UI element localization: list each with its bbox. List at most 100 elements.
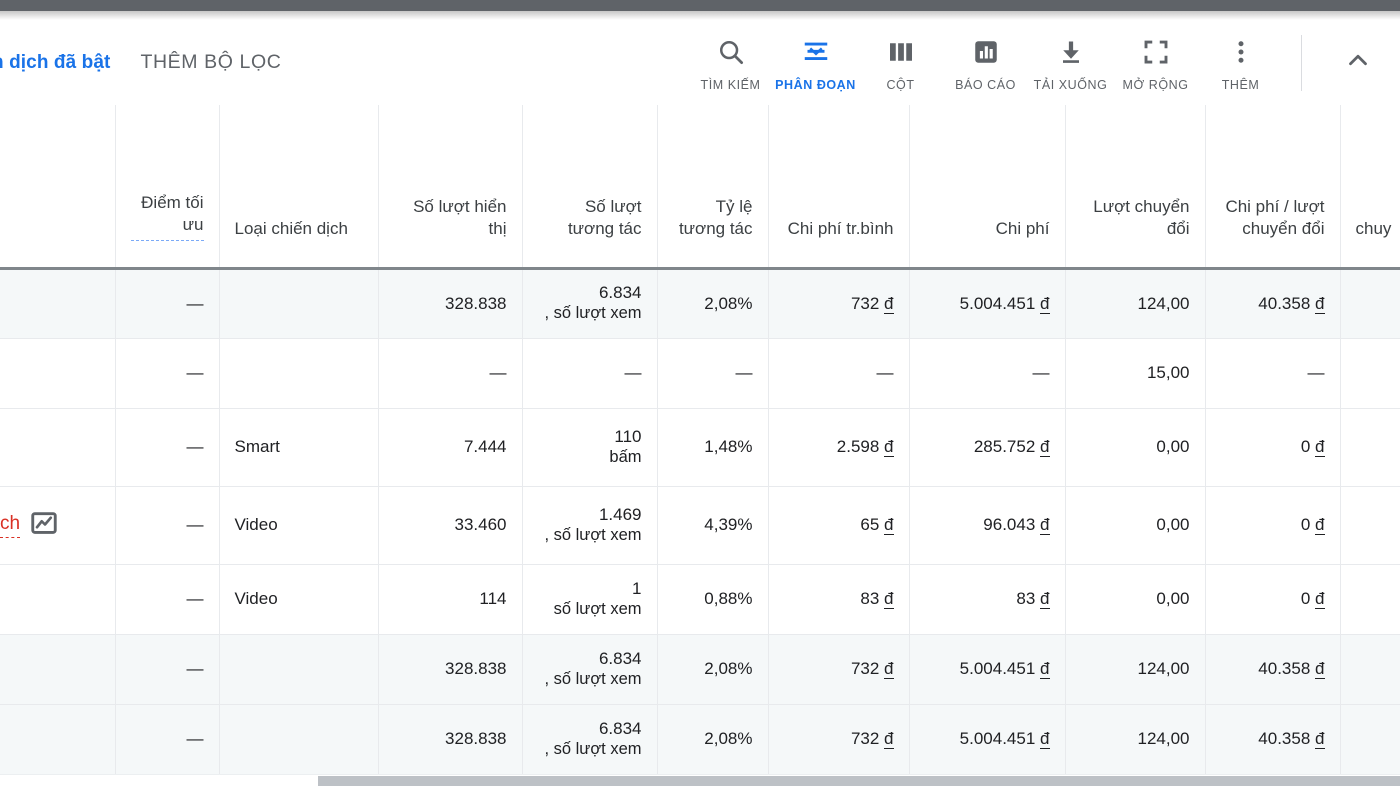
cell-avg-cost-value: 65 đ: [860, 515, 894, 536]
chevron-up-icon: [1343, 45, 1373, 80]
toolbar-item-download[interactable]: TẢI XUỐNG: [1028, 34, 1113, 92]
cell-optimization-score: —: [115, 564, 220, 635]
cell-campaign-name: [0, 268, 116, 339]
column-header-avg-cost-label: Chi phí tr.bình: [787, 219, 894, 239]
cell-interactions-sub: , số lượt xem: [544, 669, 642, 688]
toolbar-item-more[interactable]: THÊM: [1198, 34, 1283, 92]
column-header-optimization-score[interactable]: Điểm tối ưu: [115, 105, 220, 270]
cell-conversions-value: 15,00: [1146, 363, 1190, 383]
column-header-cost-per-conversion[interactable]: Chi phí / lượt chuyển đổi: [1205, 105, 1341, 270]
cell-interaction-rate: 2,08%: [657, 634, 769, 705]
cell-avg-cost: 732 đ: [768, 268, 910, 339]
cell-cost: 5.004.451 đ: [909, 634, 1066, 705]
table-row[interactable]: — — — — — — 15,00 —: [0, 338, 1400, 409]
cell-cost-value: —: [1032, 363, 1050, 383]
cell-impressions-value: 328.838: [445, 729, 507, 749]
column-header-campaign-type-label: Loại chiến dịch: [234, 219, 348, 239]
currency-symbol: đ: [884, 729, 894, 750]
cell-impressions-value: —: [489, 363, 507, 383]
table-row[interactable]: — 328.838 6.834, số lượt xem 2,08% 732 đ 5.00…: [0, 704, 1400, 775]
toolbar-item-expand[interactable]: MỞ RỘNG: [1113, 34, 1198, 92]
cell-interaction-rate-value: 2,08%: [704, 659, 753, 679]
table-row[interactable]: — Smart 7.444 110 bấm 1,48% 2.598 đ 285.752 đ 0,…: [0, 408, 1400, 487]
cell-interactions-sub: , số lượt xem: [544, 525, 642, 544]
cell-cost-per-conversion: 0 đ: [1205, 408, 1341, 487]
more-vertical-icon: [1226, 34, 1256, 70]
table-row[interactable]: — 328.838 6.834, số lượt xem 2,08% 732 đ 5.00…: [0, 634, 1400, 705]
column-header-conversions[interactable]: Lượt chuyển đổi: [1065, 105, 1206, 270]
cell-conversions-value: 124,00: [1137, 293, 1190, 313]
cell-interaction-rate-value: —: [735, 363, 753, 383]
cell-impressions: 328.838: [378, 268, 523, 339]
cell-cost-value: 5.004.451 đ: [959, 729, 1050, 750]
toolbar-item-segment[interactable]: PHÂN ĐOẠN: [773, 34, 858, 92]
cell-interactions: 1.469, số lượt xem: [522, 486, 658, 565]
cell-cost-per-conversion-value: —: [1307, 363, 1325, 383]
cell-interactions-sub: , số lượt xem: [544, 304, 642, 323]
cell-campaign-name: [0, 704, 116, 775]
campaign-table-header: Điểm tối ưu Loại chiến dịch Số lượt hiển…: [0, 105, 1400, 270]
toolbar-divider: [1301, 34, 1302, 91]
cell-campaign-name: [0, 564, 116, 635]
horizontal-scrollbar-track[interactable]: [0, 774, 1400, 786]
cell-impressions: —: [378, 338, 523, 409]
column-header-avg-cost[interactable]: Chi phí tr.bình: [768, 105, 910, 270]
campaign-name-link[interactable]: ch: [0, 513, 21, 538]
cell-conversion-rate: [1340, 704, 1400, 775]
column-header-campaign-type[interactable]: Loại chiến dịch: [219, 105, 379, 270]
collapse-panel-button[interactable]: [1330, 45, 1386, 80]
horizontal-scrollbar-thumb[interactable]: [318, 776, 1400, 786]
column-header-impressions[interactable]: Số lượt hiển thị: [378, 105, 523, 270]
toolbar-item-segment-label: PHÂN ĐOẠN: [775, 77, 856, 92]
cell-interaction-rate: 4,39%: [657, 486, 769, 565]
cell-campaign-type: [219, 338, 379, 409]
cell-interactions: 6.834, số lượt xem: [522, 634, 658, 705]
column-header-cost[interactable]: Chi phí: [909, 105, 1066, 270]
column-header-interaction-rate[interactable]: Tỷ lệ tương tác: [657, 105, 769, 270]
toolbar-item-search[interactable]: TÌM KIẾM: [688, 34, 773, 92]
currency-symbol: đ: [1040, 589, 1050, 610]
cell-interactions-value: 6.834: [598, 648, 642, 668]
cell-conversions: 0,00: [1065, 564, 1206, 635]
cell-cost-per-conversion: 0 đ: [1205, 564, 1341, 635]
cell-campaign-type: Smart: [219, 408, 379, 487]
cell-conversions: 124,00: [1065, 268, 1206, 339]
column-header-conversion-rate[interactable]: chuy: [1340, 105, 1400, 270]
cell-conversion-rate: [1340, 338, 1400, 409]
cell-cost: —: [909, 338, 1066, 409]
column-header-interactions[interactable]: Số lượt tương tác: [522, 105, 658, 270]
cell-optimization-score-value: —: [186, 589, 204, 609]
segment-icon: [801, 34, 831, 70]
cell-optimization-score-value: —: [186, 363, 204, 383]
cell-avg-cost: 83 đ: [768, 564, 910, 635]
cell-cost: 285.752 đ: [909, 408, 1066, 487]
cell-optimization-score-value: —: [186, 437, 204, 457]
table-row[interactable]: ch — Video 33.460 1.469, số lượt xem 4,39% 65 …: [0, 486, 1400, 565]
campaign-table-scroll-area[interactable]: Điểm tối ưu Loại chiến dịch Số lượt hiển…: [0, 105, 1400, 775]
cell-cost-value: 285.752 đ: [973, 437, 1050, 458]
cell-campaign-type-value: Video: [234, 589, 278, 609]
cell-cost-per-conversion-value: 40.358 đ: [1258, 659, 1325, 680]
column-header-impressions-label: Số lượt hiển thị: [413, 196, 507, 239]
active-filter-chip[interactable]: n dịch đã bật: [0, 52, 110, 74]
table-row[interactable]: — 328.838 6.834, số lượt xem 2,08% 732 đ 5.00…: [0, 268, 1400, 339]
table-row[interactable]: — Video 114 1 số lượt xem 0,88% 83 đ 83 đ 0,00 0 …: [0, 564, 1400, 635]
cell-interactions: 110 bấm: [522, 408, 658, 487]
chart-icon[interactable]: [29, 508, 59, 543]
columns-icon: [886, 34, 916, 70]
cell-interaction-rate-value: 2,08%: [704, 729, 753, 749]
currency-symbol: đ: [884, 293, 894, 314]
cell-cost-per-conversion: 40.358 đ: [1205, 634, 1341, 705]
toolbar-item-download-label: TẢI XUỐNG: [1033, 77, 1108, 92]
add-filter-button[interactable]: THÊM BỘ LỌC: [140, 51, 281, 74]
cell-conversions: 0,00: [1065, 486, 1206, 565]
cell-interactions: 6.834, số lượt xem: [522, 268, 658, 339]
currency-symbol: đ: [1315, 293, 1325, 314]
cell-impressions-value: 7.444: [463, 437, 507, 457]
cell-avg-cost: 732 đ: [768, 634, 910, 705]
cell-optimization-score: —: [115, 268, 220, 339]
cell-cost: 83 đ: [909, 564, 1066, 635]
download-icon: [1056, 34, 1086, 70]
toolbar-item-report[interactable]: BÁO CÁO: [943, 34, 1028, 92]
toolbar-item-columns[interactable]: CỘT: [858, 34, 943, 92]
